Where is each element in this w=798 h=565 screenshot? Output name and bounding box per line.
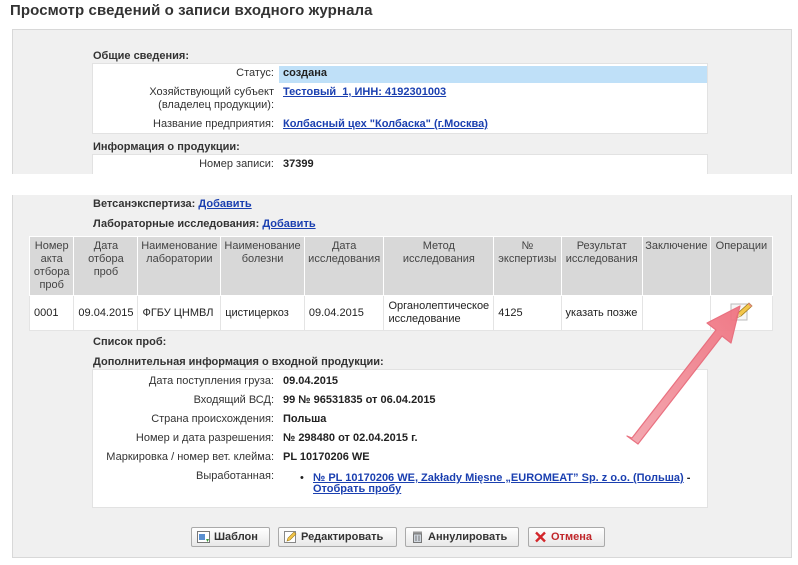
edit-button-label: Редактировать (301, 531, 384, 543)
enterprise-link[interactable]: Колбасный цех "Колбаска" (г.Москва) (283, 118, 488, 130)
owner-label-1: Хозяйствующий субъект (149, 86, 274, 98)
cancel-button[interactable]: Отмена (528, 527, 605, 547)
cell-act-number: 0001 (28, 295, 75, 331)
cell-disease: цистицеркоз (220, 295, 305, 331)
cell-result: указать позже (560, 295, 643, 331)
vet-heading: Ветсанэкспертиза: Добавить (93, 198, 252, 210)
general-heading: Общие сведения: (93, 50, 190, 62)
lab-heading-label: Лабораторные исследования: (93, 218, 260, 230)
incoming-vsd-value: 99 № 96531835 от 06.04.2015 (283, 394, 436, 406)
trash-icon (411, 531, 424, 543)
col-research-date: Дата исследования (303, 236, 385, 296)
marking-value: PL 10170206 WE (283, 451, 370, 463)
status-label: Статус: (236, 67, 274, 79)
edit-button[interactable]: Редактировать (278, 527, 397, 547)
col-sample-date: Дата отбора проб (73, 236, 139, 296)
country-label: Страна происхождения: (151, 413, 274, 425)
status-value: создана (283, 67, 328, 79)
take-sample-link[interactable]: Отобрать пробу (313, 483, 401, 495)
col-act-number: Номер акта отбора проб (28, 236, 75, 296)
col-lab-name: Наименование лаборатории (137, 236, 222, 296)
status-highlight (279, 66, 707, 83)
incoming-vsd-label: Входящий ВСД: (193, 394, 274, 406)
template-button-label: Шаблон (214, 531, 258, 543)
cross-icon (534, 531, 547, 543)
col-operations: Операции (709, 236, 774, 296)
cancel-button-label: Отмена (551, 531, 592, 543)
owner-link[interactable]: Тестовый_1, ИНН: 4192301003 (283, 86, 446, 98)
lab-heading: Лабораторные исследования: Добавить (93, 218, 316, 230)
product-info-heading: Информация о продукции: (93, 141, 240, 153)
col-result: Результат исследования (560, 236, 643, 296)
pencil-icon[interactable] (729, 301, 753, 323)
enterprise-label: Название предприятия: (153, 118, 274, 130)
lab-table: Номер акта отбора проб Дата отбора проб … (28, 236, 774, 331)
col-conclusion: Заключение (641, 236, 711, 296)
annul-button[interactable]: Аннулировать (405, 527, 519, 547)
col-expertise-number: № экспертизы (493, 236, 562, 296)
produced-bullet: • (300, 472, 304, 484)
country-value: Польша (283, 413, 327, 425)
owner-label-2: (владелец продукции): (158, 99, 274, 111)
record-number-value: 37399 (283, 158, 314, 170)
annul-button-label: Аннулировать (428, 531, 508, 543)
cell-sample-date: 09.04.2015 (73, 295, 139, 331)
lab-add-link[interactable]: Добавить (262, 218, 315, 230)
template-icon (197, 531, 210, 543)
col-method: Метод исследования (383, 236, 495, 296)
cell-expertise-number: 4125 (493, 295, 562, 331)
samples-heading: Список проб: (93, 336, 167, 348)
marking-label: Маркировка / номер вет. клейма: (106, 451, 274, 463)
cell-research-date: 09.04.2015 (303, 295, 385, 331)
vet-heading-label: Ветсанэкспертиза: (93, 198, 196, 210)
record-number-label: Номер записи: (199, 158, 274, 170)
permit-label: Номер и дата разрешения: (135, 432, 274, 444)
arrival-date-value: 09.04.2015 (283, 375, 339, 387)
produced-label: Выработанная: (196, 470, 274, 482)
lab-table-header: Номер акта отбора проб Дата отбора проб … (28, 236, 774, 296)
produced-dash: - (683, 472, 691, 484)
table-row: 0001 09.04.2015 ФГБУ ЦНМВЛ цистицеркоз 0… (28, 295, 774, 331)
col-disease: Наименование болезни (220, 236, 305, 296)
cell-conclusion (641, 295, 711, 331)
permit-value: № 298480 от 02.04.2015 г. (283, 432, 418, 444)
vet-add-link[interactable]: Добавить (198, 198, 251, 210)
template-button[interactable]: Шаблон (191, 527, 270, 547)
page-title: Просмотр сведений о записи входного журн… (10, 2, 373, 19)
cell-method: Органолептическое исследование (383, 295, 495, 331)
arrival-date-label: Дата поступления груза: (148, 375, 274, 387)
edit-icon (284, 531, 297, 543)
cell-lab-name: ФГБУ ЦНМВЛ (137, 295, 222, 331)
additional-heading: Дополнительная информация о входной прод… (93, 356, 384, 368)
cell-operations (709, 295, 774, 331)
